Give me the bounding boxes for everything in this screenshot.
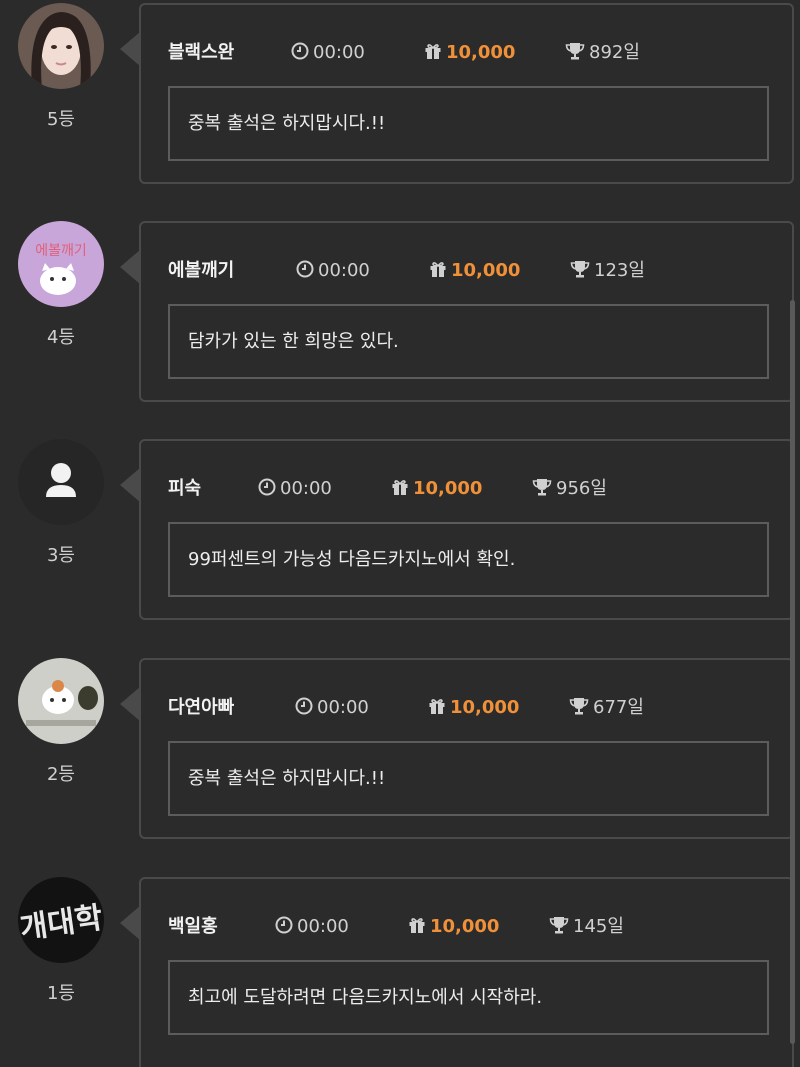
attendance-message: 중복 출석은 하지맙시다.!! — [168, 86, 769, 161]
attendance-time: 00:00 — [275, 915, 349, 939]
attendance-message: 99퍼센트의 가능성 다음드카지노에서 확인. — [168, 522, 769, 597]
card-pointer — [120, 906, 140, 940]
user-name[interactable]: 백일홍 — [168, 915, 218, 939]
user-name[interactable]: 블랙스완 — [168, 41, 234, 65]
attendance-time: 00:00 — [296, 259, 370, 283]
attendance-card: 블랙스완 00:00 10,000 892일 중복 출석은 하지맙시다.!! — [139, 3, 794, 184]
attendance-entry: 3등 피숙 00:00 10,000 956일 99퍼센트의 가능성 다음드카지… — [0, 439, 800, 629]
card-pointer — [120, 32, 140, 66]
reward-amount: 10,000 — [429, 259, 520, 283]
user-name[interactable]: 에볼깨기 — [168, 259, 234, 283]
attendance-time: 00:00 — [258, 477, 332, 501]
gift-icon — [425, 44, 441, 59]
amount-value: 10,000 — [446, 42, 516, 63]
attendance-time: 00:00 — [295, 696, 369, 720]
trophy-icon — [532, 479, 552, 496]
hamster-cat-avatar[interactable] — [18, 658, 104, 744]
trophy-icon — [565, 43, 585, 60]
clock-icon — [258, 478, 276, 496]
trophy-icon — [569, 698, 589, 715]
amount-value: 10,000 — [450, 697, 520, 718]
trophy-icon — [570, 261, 590, 278]
days-value: 123일 — [594, 260, 645, 281]
attendance-entry: 2등 다연아빠 00:00 10,000 677일 중복 출석은 하지맙시다.!… — [0, 658, 800, 848]
gift-icon — [409, 918, 425, 933]
card-pointer — [120, 687, 140, 721]
trophy-icon — [549, 917, 569, 934]
gift-icon — [430, 262, 446, 277]
days-value: 145일 — [573, 916, 624, 937]
rank-label: 4등 — [46, 327, 75, 348]
cat-sticker-avatar[interactable]: 에볼깨기 — [18, 221, 104, 307]
reward-amount: 10,000 — [424, 41, 515, 65]
clock-icon — [296, 260, 314, 278]
reward-amount: 10,000 — [391, 477, 482, 501]
card-pointer — [120, 468, 140, 502]
attendance-card: 에볼깨기 00:00 10,000 123일 담카가 있는 한 희망은 있다. — [139, 221, 794, 402]
attendance-message: 중복 출석은 하지맙시다.!! — [168, 741, 769, 816]
time-value: 00:00 — [317, 697, 369, 718]
streak-days: 123일 — [570, 259, 645, 283]
attendance-entry: 5등 블랙스완 00:00 10,000 892일 중복 출석은 하지맙시다.!… — [0, 3, 800, 193]
user-name[interactable]: 피숙 — [168, 477, 201, 501]
amount-value: 10,000 — [451, 260, 521, 281]
rank-label: 1등 — [46, 983, 75, 1004]
attendance-message: 최고에 도달하려면 다음드카지노에서 시작하라. — [168, 960, 769, 1035]
amount-value: 10,000 — [413, 478, 483, 499]
reward-amount: 10,000 — [428, 696, 519, 720]
svg-text:에볼깨기: 에볼깨기 — [35, 243, 87, 259]
days-value: 677일 — [593, 697, 644, 718]
user-name[interactable]: 다연아빠 — [168, 696, 234, 720]
streak-days: 956일 — [532, 477, 607, 501]
rank-label: 3등 — [46, 545, 75, 566]
girl-photo-avatar[interactable] — [18, 3, 104, 89]
time-value: 00:00 — [313, 42, 365, 63]
streak-days: 677일 — [569, 696, 644, 720]
scrollbar[interactable] — [790, 300, 795, 1044]
attendance-card: 다연아빠 00:00 10,000 677일 중복 출석은 하지맙시다.!! — [139, 658, 794, 839]
gift-icon — [392, 480, 408, 495]
attendance-card: 피숙 00:00 10,000 956일 99퍼센트의 가능성 다음드카지노에서… — [139, 439, 794, 620]
time-value: 00:00 — [280, 478, 332, 499]
attendance-card: 백일홍 00:00 10,000 145일 최고에 도달하려면 다음드카지노에서… — [139, 877, 794, 1067]
card-pointer — [120, 250, 140, 284]
attendance-entry: 개대학 1등 백일홍 00:00 10,000 145일 최고에 도달하려면 다… — [0, 877, 800, 1067]
attendance-time: 00:00 — [291, 41, 365, 65]
attendance-entry: 에볼깨기 4등 에볼깨기 00:00 10,000 123일 담카가 있는 한 … — [0, 221, 800, 411]
clock-icon — [275, 916, 293, 934]
clock-icon — [291, 42, 309, 60]
streak-days: 145일 — [549, 915, 624, 939]
clock-icon — [295, 697, 313, 715]
rank-label: 2등 — [46, 764, 75, 785]
default-user-avatar[interactable] — [18, 439, 104, 525]
amount-value: 10,000 — [430, 916, 500, 937]
neon-text-avatar[interactable]: 개대학 — [18, 877, 104, 963]
rank-label: 5등 — [46, 109, 75, 130]
days-value: 956일 — [556, 478, 607, 499]
time-value: 00:00 — [297, 916, 349, 937]
time-value: 00:00 — [318, 260, 370, 281]
days-value: 892일 — [589, 42, 640, 63]
gift-icon — [429, 699, 445, 714]
streak-days: 892일 — [565, 41, 640, 65]
attendance-message: 담카가 있는 한 희망은 있다. — [168, 304, 769, 379]
reward-amount: 10,000 — [408, 915, 499, 939]
